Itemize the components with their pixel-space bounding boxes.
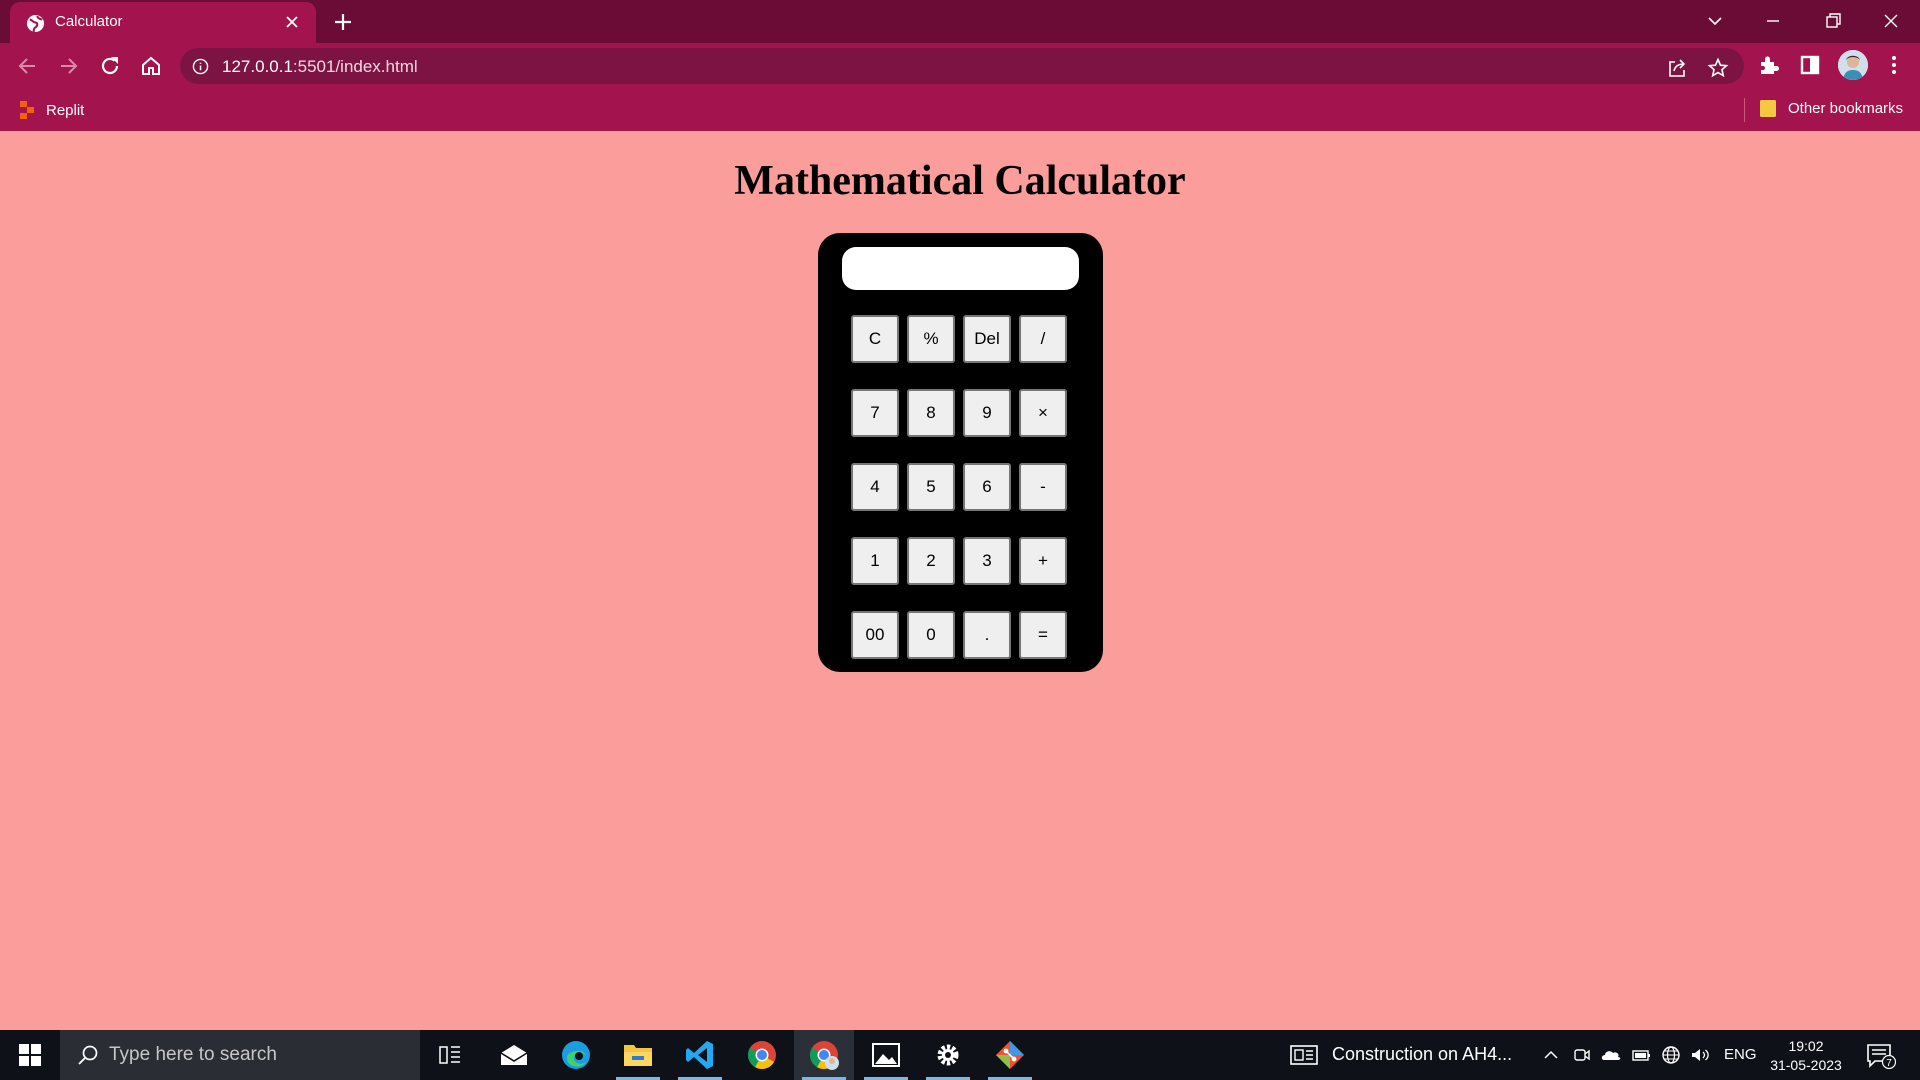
bookmarks-divider	[1744, 98, 1745, 122]
clock-time: 19:02	[1788, 1038, 1824, 1054]
bookmark-replit[interactable]: Replit	[20, 100, 84, 120]
taskbar-edge[interactable]	[546, 1030, 606, 1080]
other-bookmarks-label: Other bookmarks	[1788, 99, 1904, 117]
taskbar-git[interactable]	[980, 1030, 1040, 1080]
profile-picture	[1838, 50, 1868, 80]
multiply-button[interactable]: ×	[1019, 389, 1067, 437]
globe-icon	[26, 14, 45, 33]
digit-7-button[interactable]: 7	[851, 389, 899, 437]
language-indicator[interactable]: ENG	[1724, 1046, 1757, 1063]
task-view-button[interactable]	[420, 1030, 480, 1080]
side-panel-icon[interactable]	[1798, 53, 1822, 77]
network-globe-icon[interactable]	[1661, 1045, 1681, 1065]
clock-date: 31-05-2023	[1770, 1057, 1842, 1073]
browser-tab[interactable]: Calculator	[10, 2, 316, 43]
mail-icon	[500, 1045, 528, 1065]
taskbar-file-explorer[interactable]	[608, 1030, 668, 1080]
percent-button[interactable]: %	[907, 315, 955, 363]
bookmark-replit-label: Replit	[46, 101, 85, 119]
clear-button[interactable]: C	[851, 315, 899, 363]
digit-8-button[interactable]: 8	[907, 389, 955, 437]
tab-title: Calculator	[55, 13, 123, 30]
forward-icon[interactable]	[55, 53, 81, 79]
other-bookmarks[interactable]: Other bookmarks	[1760, 99, 1903, 117]
digit-5-button[interactable]: 5	[907, 463, 955, 511]
share-icon[interactable]	[1666, 57, 1688, 79]
digit-2-button[interactable]: 2	[907, 537, 955, 585]
url-path: :5501/index.html	[292, 57, 418, 76]
bookmarks-bar: Replit Other bookmarks	[0, 88, 1920, 131]
equals-button[interactable]: =	[1019, 611, 1067, 659]
digit-6-button[interactable]: 6	[963, 463, 1011, 511]
taskbar-photos[interactable]	[856, 1030, 916, 1080]
divide-button[interactable]: /	[1019, 315, 1067, 363]
chrome-profile-icon	[810, 1041, 839, 1070]
file-explorer-icon	[624, 1045, 652, 1066]
taskbar-chrome-profile[interactable]	[794, 1030, 854, 1080]
digit-9-button[interactable]: 9	[963, 389, 1011, 437]
browser-toolbar: 127.0.0.1:5501/index.html	[0, 43, 1920, 88]
taskbar-vscode[interactable]	[670, 1030, 730, 1080]
chrome-icon	[748, 1041, 776, 1069]
notification-count: 7	[1886, 1058, 1892, 1069]
taskbar-mail[interactable]	[484, 1030, 544, 1080]
calculator-display[interactable]	[842, 247, 1079, 290]
page-title: Mathematical Calculator	[734, 158, 1186, 204]
search-placeholder: Type here to search	[109, 1044, 277, 1065]
url-host: 127.0.0.1	[222, 57, 293, 76]
notification-center-icon[interactable]: 7	[1866, 1043, 1896, 1069]
close-tab-icon[interactable]	[282, 12, 302, 32]
menu-kebab-icon[interactable]	[1882, 53, 1906, 77]
taskbar-chrome[interactable]	[732, 1030, 792, 1080]
minus-button[interactable]: -	[1019, 463, 1067, 511]
volume-icon[interactable]	[1690, 1045, 1710, 1065]
digit-3-button[interactable]: 3	[963, 537, 1011, 585]
search-icon	[78, 1045, 98, 1065]
reload-icon[interactable]	[97, 53, 123, 79]
calculator: C% Del/ 7 8 9 × 4 5 6- 1 2 3 +00 0. =	[818, 233, 1103, 672]
digit-4-button[interactable]: 4	[851, 463, 899, 511]
photos-icon	[872, 1043, 900, 1067]
home-icon[interactable]	[138, 53, 164, 79]
plus-button[interactable]: +	[1019, 537, 1067, 585]
windows-logo-icon	[19, 1044, 41, 1066]
taskbar-settings[interactable]	[918, 1030, 978, 1080]
chevron-up-icon[interactable]	[1541, 1045, 1561, 1065]
digit-1-button[interactable]: 1	[851, 537, 899, 585]
start-button[interactable]	[0, 1030, 60, 1080]
tab-search-icon[interactable]	[1702, 8, 1728, 34]
close-window-icon[interactable]	[1878, 8, 1904, 34]
news-widget[interactable]: Construction on AH4...	[1290, 1044, 1512, 1065]
site-info-icon[interactable]	[192, 58, 209, 75]
replit-icon	[20, 101, 34, 119]
decimal-button[interactable]: .	[963, 611, 1011, 659]
windows-taskbar: Type here to search Construction on AH4.…	[0, 1030, 1920, 1080]
new-tab-icon[interactable]	[332, 11, 354, 33]
edge-icon	[562, 1041, 590, 1069]
delete-button[interactable]: Del	[963, 315, 1011, 363]
minimize-icon[interactable]	[1760, 8, 1786, 34]
bookmark-star-icon[interactable]	[1707, 57, 1729, 79]
profile-avatar[interactable]	[1838, 50, 1868, 80]
onedrive-icon[interactable]	[1601, 1045, 1621, 1065]
taskbar-search[interactable]: Type here to search	[60, 1030, 420, 1080]
browser-tabbar: Calculator	[0, 0, 1920, 43]
news-headline: Construction on AH4...	[1332, 1044, 1513, 1064]
taskbar-clock[interactable]: 19:02 31-05-2023	[1764, 1037, 1848, 1075]
settings-gear-icon	[937, 1044, 959, 1066]
restore-icon[interactable]	[1820, 8, 1846, 34]
double-zero-button[interactable]: 00	[851, 611, 899, 659]
extensions-icon[interactable]	[1757, 53, 1781, 77]
news-icon	[1290, 1044, 1318, 1065]
digit-0-button[interactable]: 0	[907, 611, 955, 659]
battery-icon[interactable]	[1631, 1045, 1651, 1065]
meet-now-icon[interactable]	[1572, 1045, 1592, 1065]
folder-icon	[1760, 100, 1776, 117]
url-text[interactable]: 127.0.0.1:5501/index.html	[222, 57, 418, 77]
back-icon[interactable]	[15, 53, 41, 79]
git-icon	[996, 1041, 1024, 1069]
vscode-icon	[686, 1041, 713, 1069]
task-view-icon	[439, 1046, 460, 1064]
address-bar[interactable]: 127.0.0.1:5501/index.html	[180, 48, 1744, 84]
